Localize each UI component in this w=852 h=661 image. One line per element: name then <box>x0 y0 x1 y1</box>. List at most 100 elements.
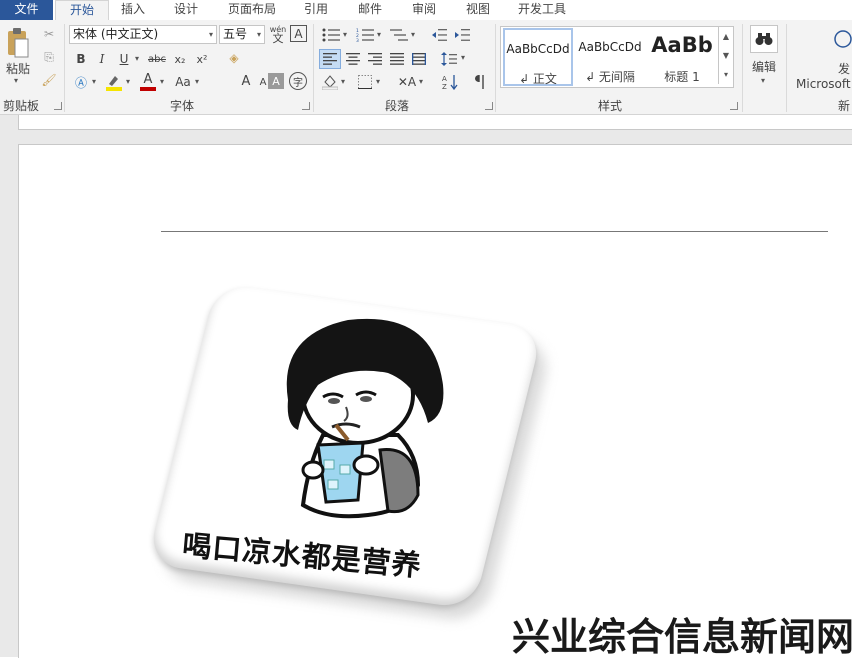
clipboard-launcher-icon[interactable] <box>54 102 62 110</box>
paste-dropdown-icon[interactable]: ▾ <box>14 76 18 85</box>
chevron-down-icon[interactable]: ▾ <box>411 30 415 39</box>
clipboard-group-label: 剪贴板 <box>3 99 40 113</box>
editing-label[interactable]: 编辑 <box>748 58 780 74</box>
multilevel-list-icon[interactable] <box>388 26 410 44</box>
numbering-icon[interactable]: 123 <box>354 26 376 44</box>
borders-icon[interactable] <box>355 72 375 92</box>
binoculars-icon[interactable] <box>750 25 778 53</box>
chevron-down-icon[interactable]: ▾ <box>160 77 164 86</box>
distributed-align-button[interactable] <box>409 49 429 69</box>
chevron-down-icon[interactable]: ▾ <box>341 77 345 86</box>
addin-group-label: 新 <box>838 99 851 113</box>
style-no-spacing-sample: AaBbCcDd <box>578 40 642 54</box>
format-painter-icon[interactable]: 🖌 <box>40 71 58 89</box>
style-normal[interactable]: AaBbCcDd ↲ 正文 <box>503 28 573 86</box>
change-case-button[interactable]: Aa <box>172 73 194 91</box>
subscript-button[interactable]: x₂ <box>171 50 189 68</box>
font-launcher-icon[interactable] <box>302 102 310 110</box>
chevron-down-icon[interactable]: ▾ <box>135 54 139 63</box>
site-watermark: 兴业综合信息新闻网 <box>512 615 852 659</box>
line-spacing-icon[interactable] <box>438 49 460 69</box>
styles-more-icon[interactable]: ▾ <box>718 65 733 84</box>
paste-label[interactable]: 粘贴 <box>4 60 32 76</box>
chevron-down-icon[interactable]: ▾ <box>376 77 380 86</box>
clear-formatting-icon[interactable]: ◈ <box>224 48 244 68</box>
paragraph-group-label: 段落 <box>385 99 410 113</box>
decrease-indent-icon[interactable] <box>429 26 449 44</box>
enclose-characters-button[interactable]: 字 <box>289 72 307 90</box>
font-size-value: 五号 <box>223 27 248 41</box>
tab-view[interactable]: 视图 <box>458 0 498 20</box>
tab-developer[interactable]: 开发工具 <box>510 0 574 20</box>
align-right-button[interactable] <box>365 49 385 69</box>
chevron-down-icon[interactable]: ▾ <box>195 77 199 86</box>
group-divider <box>742 24 743 112</box>
chevron-down-icon[interactable]: ▾ <box>461 53 465 62</box>
underline-button[interactable]: U <box>115 50 133 68</box>
svg-text:3: 3 <box>356 38 359 42</box>
increase-indent-icon[interactable] <box>452 26 472 44</box>
styles-launcher-icon[interactable] <box>730 102 738 110</box>
strikethrough-button[interactable]: abc <box>146 50 168 68</box>
font-group-label: 字体 <box>170 99 195 113</box>
highlight-color-button[interactable] <box>104 72 124 92</box>
chevron-down-icon[interactable]: ▾ <box>343 30 347 39</box>
addin-label-top[interactable]: 发 <box>838 60 852 76</box>
styles-scroll-up-icon[interactable]: ▲ <box>718 27 733 46</box>
chevron-down-icon[interactable]: ▾ <box>419 77 423 86</box>
justify-button[interactable] <box>387 49 407 69</box>
character-border-icon[interactable]: A <box>290 25 307 42</box>
shading-icon[interactable] <box>320 72 340 92</box>
tab-mailings[interactable]: 邮件 <box>350 0 390 20</box>
superscript-button[interactable]: x² <box>193 50 211 68</box>
align-center-button[interactable] <box>343 49 363 69</box>
chevron-down-icon[interactable]: ▾ <box>257 26 261 43</box>
style-no-spacing[interactable]: AaBbCcDd ↲ 无间隔 <box>575 28 645 86</box>
tab-page-layout[interactable]: 页面布局 <box>220 0 284 20</box>
copy-icon[interactable]: ⎘ <box>40 48 58 66</box>
chevron-down-icon[interactable]: ▾ <box>92 77 96 86</box>
tab-home[interactable]: 开始 <box>55 0 109 22</box>
meme-character-illustration[interactable] <box>268 315 498 535</box>
tab-insert[interactable]: 插入 <box>110 0 156 20</box>
grow-font-button[interactable]: A <box>238 73 254 89</box>
style-heading-1-sample: AaBb <box>651 33 713 57</box>
cut-icon[interactable]: ✂ <box>40 25 58 43</box>
character-shading-button[interactable]: A <box>268 73 284 89</box>
style-heading-1-name: 标题 1 <box>664 70 700 84</box>
style-heading-1[interactable]: AaBb 标题 1 <box>647 28 717 86</box>
addin-label-microsoft[interactable]: Microsoft <box>796 76 852 92</box>
styles-scroll-down-icon[interactable]: ▼ <box>718 46 733 65</box>
tab-design[interactable]: 设计 <box>162 0 210 20</box>
show-marks-icon[interactable] <box>470 72 490 92</box>
italic-button[interactable]: I <box>93 50 111 68</box>
paragraph-launcher-icon[interactable] <box>485 102 493 110</box>
sort-icon[interactable]: AZ <box>440 72 460 92</box>
styles-gallery[interactable]: AaBbCcDd ↲ 正文 AaBbCcDd ↲ 无间隔 AaBb 标题 1 <box>500 26 734 88</box>
chevron-down-icon[interactable]: ▾ <box>209 26 213 43</box>
font-color-button[interactable]: A <box>138 72 158 92</box>
phonetic-guide-icon[interactable]: wén 文 <box>268 24 288 44</box>
microsoft-addin-icon[interactable] <box>832 28 852 50</box>
font-name-combo[interactable]: 宋体 (中文正文) ▾ <box>69 25 217 44</box>
chinese-layout-icon[interactable]: ✕A <box>396 72 418 92</box>
font-size-combo[interactable]: 五号 ▾ <box>219 25 265 44</box>
tab-references[interactable]: 引用 <box>296 0 336 20</box>
text-effects-icon[interactable]: Ⓐ <box>72 73 90 91</box>
tab-file[interactable]: 文件 <box>0 0 53 20</box>
font-color-letter: A <box>143 72 153 87</box>
bold-button[interactable]: B <box>72 50 90 68</box>
bullets-icon[interactable] <box>320 26 342 44</box>
font-color-swatch <box>140 87 156 91</box>
style-normal-sample: AaBbCcDd <box>506 42 570 56</box>
style-normal-name: ↲ 正文 <box>519 72 557 86</box>
ribbon-tab-bar: 文件 开始 插入 设计 页面布局 引用 邮件 审阅 视图 开发工具 <box>0 0 852 22</box>
paste-icon[interactable] <box>4 26 32 60</box>
previous-page-bottom <box>18 115 852 130</box>
header-rule <box>161 231 828 232</box>
chevron-down-icon[interactable]: ▾ <box>761 76 765 85</box>
chevron-down-icon[interactable]: ▾ <box>126 77 130 86</box>
align-left-button[interactable] <box>319 49 341 69</box>
tab-review[interactable]: 审阅 <box>404 0 444 20</box>
chevron-down-icon[interactable]: ▾ <box>377 30 381 39</box>
